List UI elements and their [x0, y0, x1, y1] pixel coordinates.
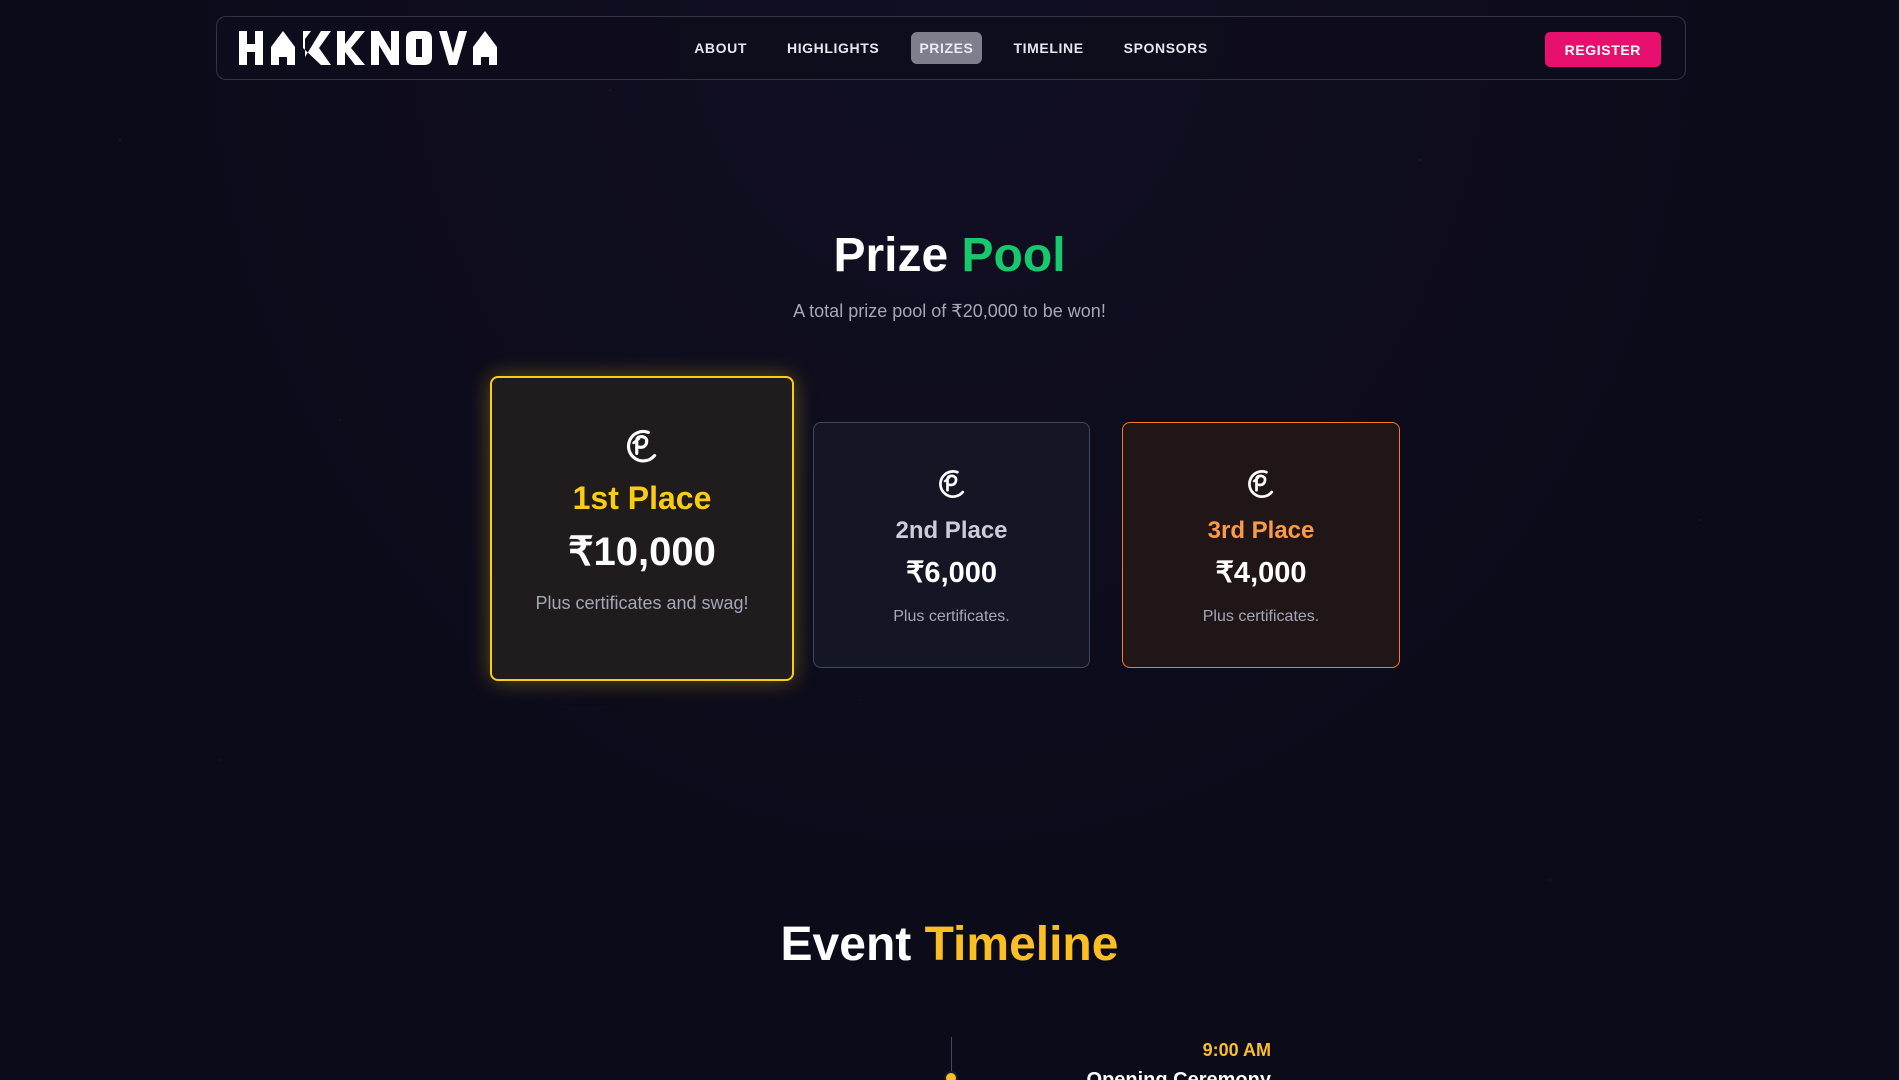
- register-button[interactable]: REGISTER: [1544, 32, 1661, 67]
- timeline-item-time: 9:00 AM: [1202, 1040, 1271, 1060]
- nav-link-timeline[interactable]: TIMELINE: [1006, 32, 1092, 64]
- nav-link-prizes[interactable]: PRIZES: [911, 32, 982, 64]
- trophy-icon: [626, 429, 657, 463]
- prize-amount: ₹10,000: [568, 530, 716, 574]
- prize-note: Plus certificates.: [893, 608, 1010, 625]
- top-navbar: ABOUT HIGHLIGHTS PRIZES TIMELINE SPONSOR…: [216, 16, 1686, 80]
- timeline-title-accent: Timeline: [924, 918, 1119, 971]
- prize-card-third: 3rd Place ₹4,000 Plus certificates.: [1122, 422, 1400, 668]
- prize-title-main: Prize: [833, 229, 949, 282]
- prize-amount: ₹6,000: [905, 557, 998, 589]
- timeline-dot: [944, 1071, 958, 1080]
- timeline-title-main: Event: [780, 918, 912, 971]
- prize-note: Plus certificates and swag!: [535, 593, 749, 613]
- trophy-icon: [938, 470, 964, 498]
- nav-link-sponsors[interactable]: SPONSORS: [1116, 32, 1216, 64]
- prize-card-first: 1st Place ₹10,000 Plus certificates and …: [490, 376, 794, 681]
- prize-place-label: 3rd Place: [1207, 517, 1315, 544]
- event-timeline-heading: Event Timeline: [0, 917, 1899, 972]
- prize-pool-heading: Prize Pool: [0, 228, 1899, 283]
- prize-place-label: 2nd Place: [895, 517, 1008, 544]
- timeline-item-title: Opening Ceremony: [1086, 1069, 1271, 1080]
- prize-card-second: 2nd Place ₹6,000 Plus certificates.: [813, 422, 1090, 668]
- trophy-icon: [1248, 470, 1274, 498]
- prize-title-accent: Pool: [961, 229, 1066, 282]
- nav-link-about[interactable]: ABOUT: [686, 32, 755, 64]
- prize-note: Plus certificates.: [1202, 608, 1320, 625]
- prize-place-label: 1st Place: [572, 480, 712, 516]
- prize-amount: ₹4,000: [1215, 557, 1307, 589]
- hacknova-logo[interactable]: [239, 29, 499, 67]
- prize-pool-subtitle: A total prize pool of ₹20,000 to be won!: [793, 301, 1106, 321]
- nav-link-highlights[interactable]: HIGHLIGHTS: [779, 32, 887, 64]
